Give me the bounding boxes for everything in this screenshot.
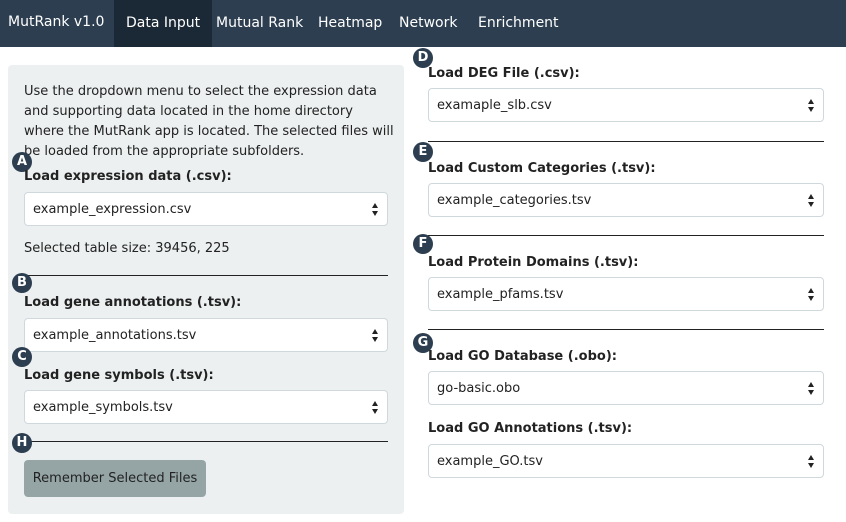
- app-brand[interactable]: MutRank v1.0: [8, 14, 104, 30]
- custom-categories-value: example_categories.tsv: [437, 193, 592, 208]
- annotation-badge-h: H: [12, 433, 32, 453]
- expression-data-select[interactable]: example_expression.csv: [24, 192, 388, 226]
- expression-data-value: example_expression.csv: [33, 202, 192, 217]
- go-annotations-select[interactable]: example_GO.tsv: [428, 444, 824, 478]
- tab-data-input[interactable]: Data Input: [114, 0, 213, 47]
- annotation-badge-e: E: [413, 142, 433, 162]
- go-database-select[interactable]: go-basic.obo: [428, 371, 824, 405]
- gene-annotations-label: Load gene annotations (.tsv):: [24, 295, 242, 310]
- select-caret-icon: [372, 203, 379, 217]
- select-caret-icon: [372, 401, 379, 415]
- go-database-label: Load GO Database (.obo):: [428, 349, 617, 364]
- table-size-text: Selected table size: 39456, 225: [24, 241, 230, 256]
- gene-symbols-value: example_symbols.tsv: [33, 400, 173, 415]
- custom-categories-select[interactable]: example_categories.tsv: [428, 183, 824, 217]
- go-annotations-label: Load GO Annotations (.tsv):: [428, 421, 633, 436]
- annotation-badge-f: F: [413, 234, 433, 254]
- gene-annotations-value: example_annotations.tsv: [33, 328, 197, 343]
- navbar: MutRank v1.0 Data Input Mutual Rank Heat…: [0, 0, 846, 47]
- annotation-badge-b: B: [12, 273, 32, 293]
- annotation-badge-c: C: [12, 347, 32, 367]
- divider: [24, 441, 388, 442]
- divider: [24, 275, 388, 276]
- custom-categories-label: Load Custom Categories (.tsv):: [428, 161, 656, 176]
- gene-symbols-select[interactable]: example_symbols.tsv: [24, 390, 388, 424]
- remember-selected-files-button[interactable]: Remember Selected Files: [24, 460, 206, 497]
- divider: [428, 141, 824, 142]
- protein-domains-select[interactable]: example_pfams.tsv: [428, 277, 824, 311]
- select-caret-icon: [808, 99, 815, 113]
- select-caret-icon: [808, 382, 815, 396]
- select-caret-icon: [808, 455, 815, 469]
- protein-domains-label: Load Protein Domains (.tsv):: [428, 255, 639, 270]
- go-annotations-value: example_GO.tsv: [437, 454, 543, 469]
- tab-network[interactable]: Network: [387, 0, 469, 47]
- divider: [428, 329, 824, 330]
- annotation-badge-d: D: [413, 48, 433, 68]
- divider: [428, 235, 824, 236]
- deg-file-label: Load DEG File (.csv):: [428, 66, 580, 81]
- expression-data-label: Load expression data (.csv):: [24, 169, 232, 184]
- gene-annotations-select[interactable]: example_annotations.tsv: [24, 318, 388, 352]
- protein-domains-value: example_pfams.tsv: [437, 287, 564, 302]
- tab-enrichment[interactable]: Enrichment: [466, 0, 571, 47]
- deg-file-value: examaple_slb.csv: [437, 98, 552, 113]
- deg-file-select[interactable]: examaple_slb.csv: [428, 88, 824, 122]
- select-caret-icon: [808, 194, 815, 208]
- select-caret-icon: [808, 288, 815, 302]
- select-caret-icon: [372, 329, 379, 343]
- tab-mutual-rank[interactable]: Mutual Rank: [204, 0, 315, 47]
- gene-symbols-label: Load gene symbols (.tsv):: [24, 368, 214, 383]
- tab-heatmap[interactable]: Heatmap: [306, 0, 394, 47]
- intro-text: Use the dropdown menu to select the expr…: [24, 84, 394, 159]
- go-database-value: go-basic.obo: [437, 381, 521, 396]
